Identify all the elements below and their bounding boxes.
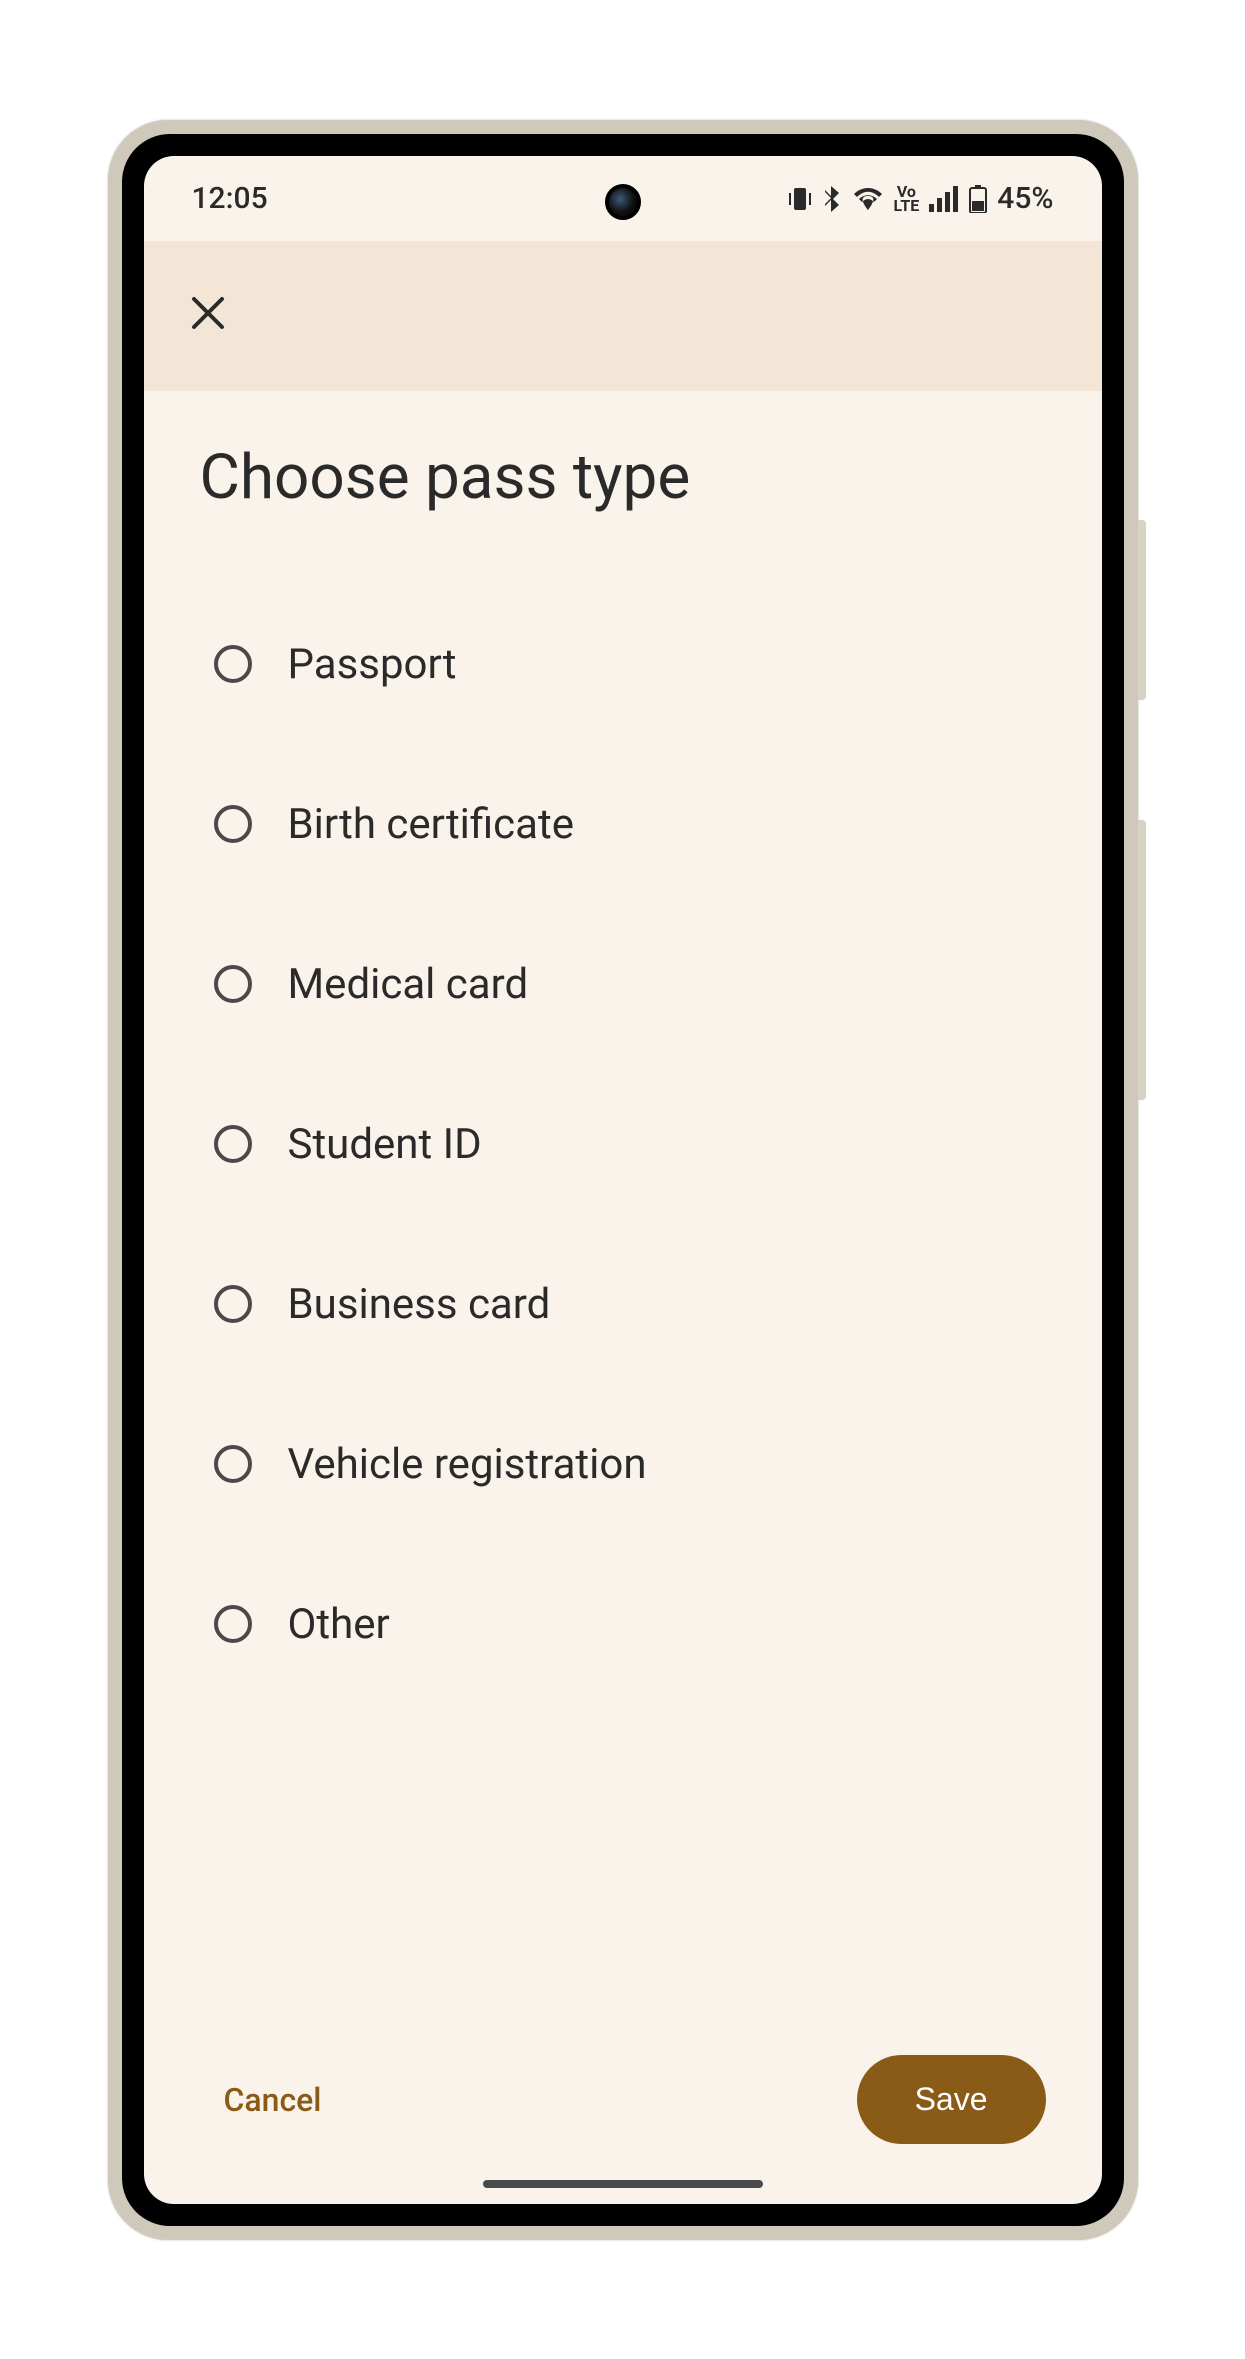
camera-hole — [605, 184, 641, 220]
side-button — [1138, 820, 1146, 1100]
option-medical-card[interactable]: Medical card — [200, 904, 1046, 1064]
phone-bezel: 12:05 VoLTE — [122, 134, 1124, 2226]
option-other[interactable]: Other — [200, 1544, 1046, 1704]
status-time: 12:05 — [192, 181, 268, 216]
page-title: Choose pass type — [200, 441, 1046, 514]
battery-percent: 45% — [997, 181, 1053, 216]
vibrate-icon — [788, 186, 812, 212]
save-button[interactable]: Save — [857, 2055, 1046, 2144]
option-student-id[interactable]: Student ID — [200, 1064, 1046, 1224]
status-bar: 12:05 VoLTE — [144, 156, 1102, 241]
wifi-icon — [852, 186, 884, 212]
radio-icon — [214, 1125, 252, 1163]
battery-icon — [969, 185, 987, 213]
option-label: Birth certificate — [288, 800, 575, 849]
header-bar — [144, 241, 1102, 391]
option-passport[interactable]: Passport — [200, 584, 1046, 744]
cancel-button[interactable]: Cancel — [224, 2081, 322, 2119]
option-label: Vehicle registration — [288, 1440, 647, 1489]
option-label: Student ID — [288, 1120, 482, 1169]
option-business-card[interactable]: Business card — [200, 1224, 1046, 1384]
option-birth-certificate[interactable]: Birth certificate — [200, 744, 1046, 904]
radio-icon — [214, 1445, 252, 1483]
option-label: Medical card — [288, 960, 529, 1009]
radio-icon — [214, 1605, 252, 1643]
option-label: Business card — [288, 1280, 551, 1329]
status-right: VoLTE 45% — [788, 181, 1054, 216]
radio-icon — [214, 645, 252, 683]
option-vehicle-registration[interactable]: Vehicle registration — [200, 1384, 1046, 1544]
signal-icon — [929, 186, 959, 212]
radio-icon — [214, 805, 252, 843]
radio-icon — [214, 965, 252, 1003]
radio-icon — [214, 1285, 252, 1323]
option-label: Other — [288, 1600, 390, 1649]
footer-bar: Cancel Save — [144, 2025, 1102, 2204]
option-label: Passport — [288, 640, 457, 689]
phone-frame: 12:05 VoLTE — [108, 120, 1138, 2240]
phone-screen: 12:05 VoLTE — [144, 156, 1102, 2204]
nav-handle[interactable] — [483, 2180, 763, 2188]
volte-icon: VoLTE — [894, 185, 920, 213]
side-button — [1138, 520, 1146, 700]
bluetooth-icon — [822, 184, 842, 214]
content-area: Choose pass type Passport Birth certific… — [144, 391, 1102, 2025]
close-icon[interactable] — [184, 290, 232, 342]
